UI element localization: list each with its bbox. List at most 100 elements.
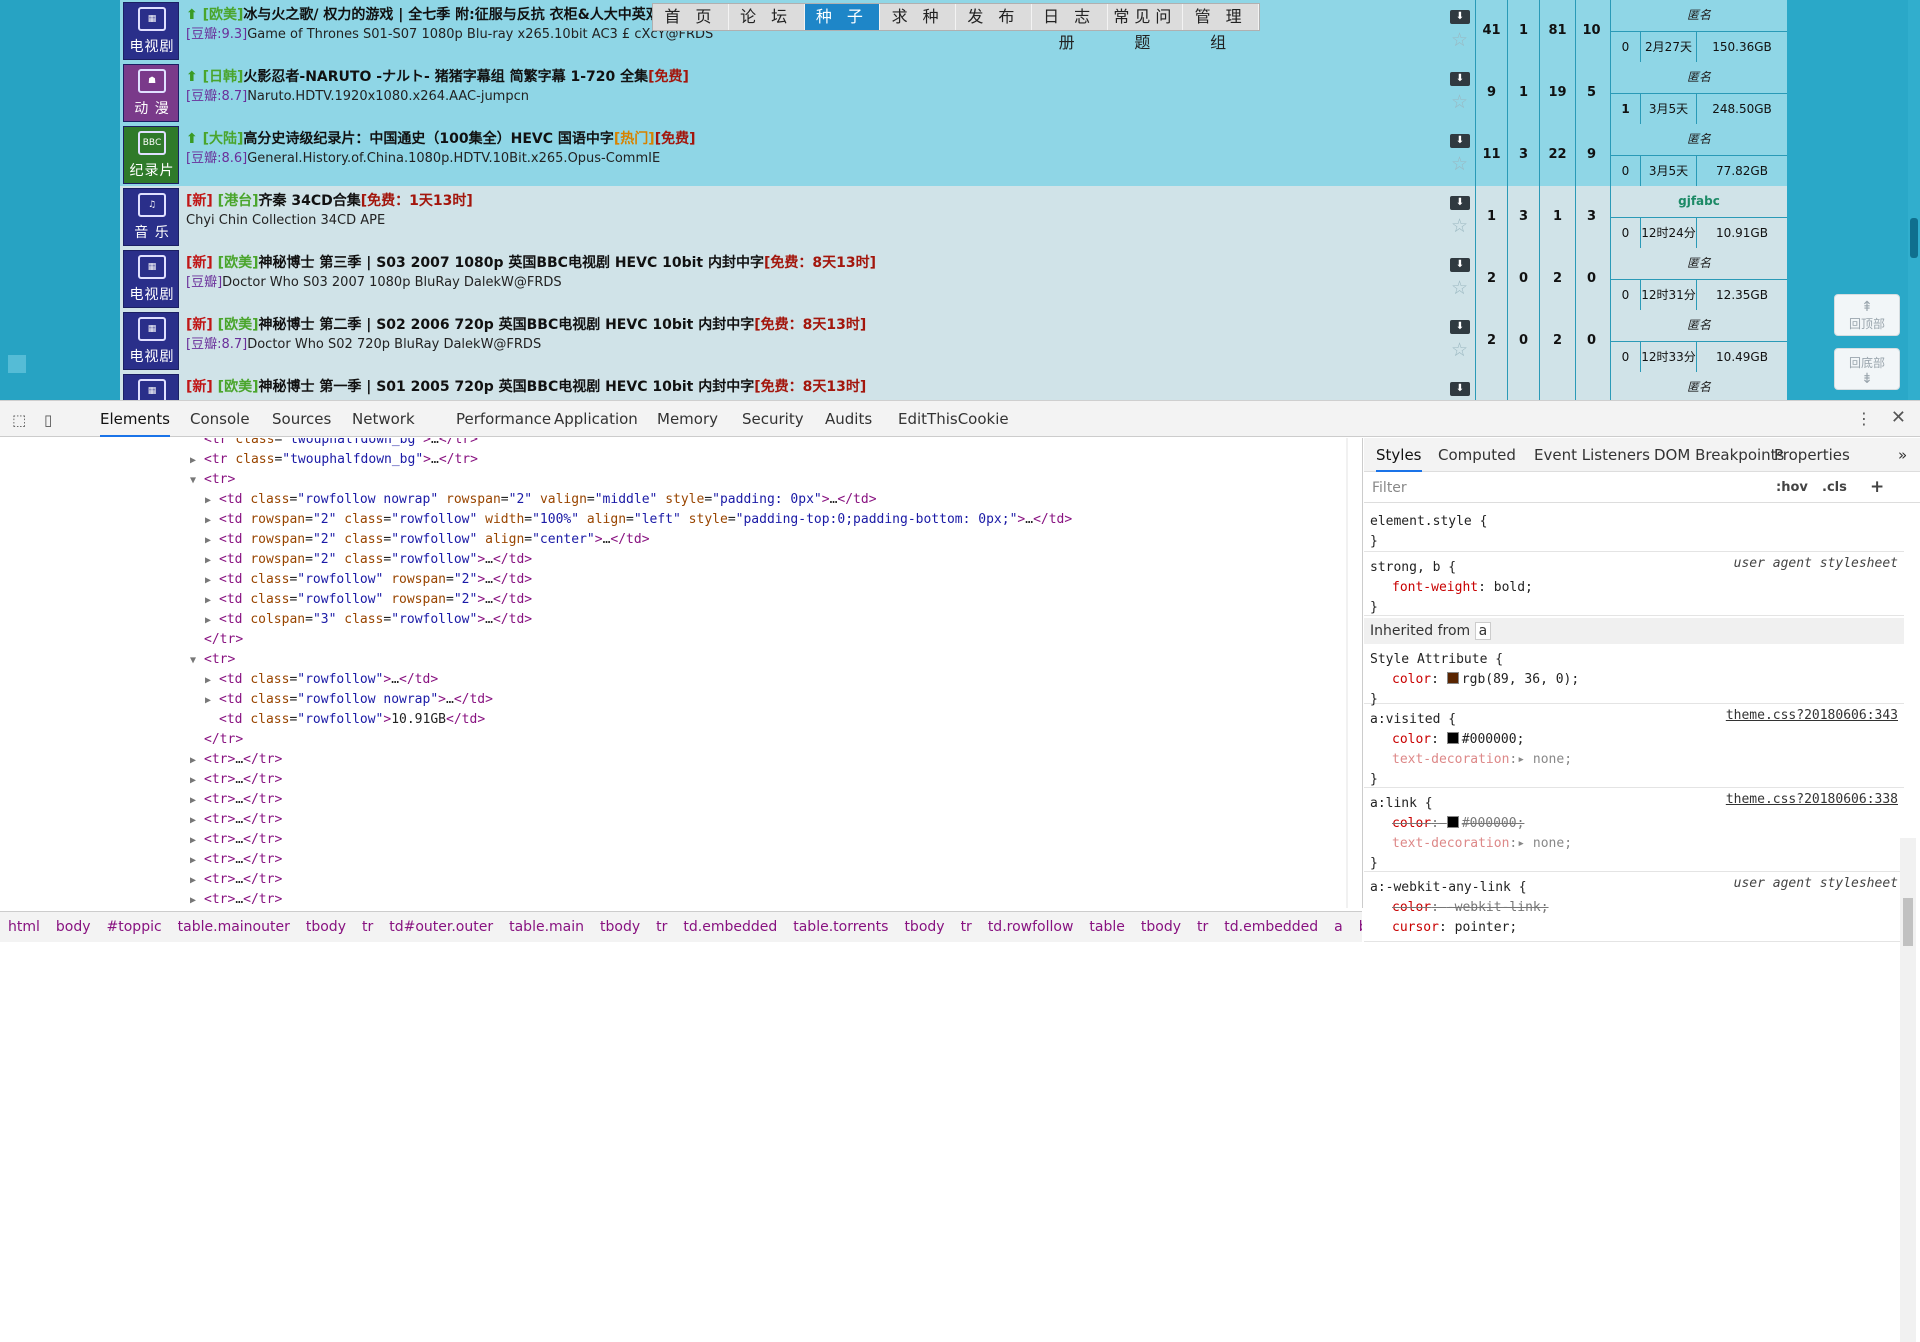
download-icon[interactable]: ⬇ xyxy=(1450,134,1470,148)
download-icon[interactable]: ⬇ xyxy=(1450,382,1470,396)
dom-node-line[interactable]: ▶ <tr>…</tr> xyxy=(190,890,282,908)
expand-triangle-icon[interactable]: ▶ xyxy=(190,851,204,871)
expand-triangle-icon[interactable]: ▶ xyxy=(190,751,204,771)
prop-name[interactable]: color xyxy=(1392,816,1431,831)
prop-value[interactable]: none; xyxy=(1533,836,1572,851)
download-icon[interactable]: ⬇ xyxy=(1450,320,1470,334)
expand-triangle-icon[interactable]: ▶ xyxy=(205,511,219,531)
prop-value[interactable]: pointer; xyxy=(1455,920,1518,935)
seeders-count[interactable]: 2 xyxy=(1539,310,1575,372)
leechers-count[interactable]: 3 xyxy=(1575,186,1607,248)
devtools-close-icon[interactable]: ✕ xyxy=(1891,407,1906,428)
dom-node-line[interactable]: ▼ <tr> xyxy=(190,650,235,670)
expand-triangle-icon[interactable]: ▶ xyxy=(190,771,204,791)
douban-rating[interactable]: [豆瓣:8.7] xyxy=(186,337,247,352)
styles-scroll-thumb[interactable] xyxy=(1903,898,1913,946)
seeders-count[interactable]: 22 xyxy=(1539,124,1575,186)
color-swatch[interactable] xyxy=(1446,816,1459,828)
category-anime[interactable]: ☗ 动 漫 xyxy=(123,64,179,122)
nav-item-4[interactable]: 发 布 xyxy=(956,4,1032,30)
new-rule-button[interactable]: + xyxy=(1870,477,1884,497)
dom-node-line[interactable]: ▶ <tr>…</tr> xyxy=(190,850,282,870)
breadcrumb-item[interactable]: a xyxy=(1326,912,1351,942)
breadcrumb-item[interactable]: tbody xyxy=(298,912,354,942)
dom-node-line[interactable]: ▶ <tr>…</tr> xyxy=(190,770,282,790)
breadcrumb-item[interactable]: table.torrents xyxy=(785,912,896,942)
tab-elements[interactable]: Elements xyxy=(100,401,170,437)
page-scroll-thumb[interactable] xyxy=(1910,218,1918,258)
expand-triangle-icon[interactable]: ▶ xyxy=(190,831,204,851)
devtools-menu-icon[interactable]: ⋮ xyxy=(1856,409,1872,428)
expand-triangle-icon[interactable]: ▶ xyxy=(205,671,219,691)
nav-item-6[interactable]: 常见问题 xyxy=(1108,4,1184,52)
bookmark-star-icon[interactable]: ☆ xyxy=(1451,278,1468,298)
nav-item-1[interactable]: 论 坛 xyxy=(729,4,805,30)
torrent-title-link[interactable]: 神秘博士 第三季 | S03 2007 1080p 英国BBC电视剧 HEVC … xyxy=(258,255,764,271)
dom-node-line[interactable]: ▶ <td rowspan="2" class="rowfollow" align… xyxy=(205,530,650,550)
nav-item-3[interactable]: 求 种 xyxy=(880,4,956,30)
download-icon[interactable]: ⬇ xyxy=(1450,258,1470,272)
breadcrumb-item[interactable]: tbody xyxy=(896,912,952,942)
dom-node-line[interactable]: ▶ <td class="rowfollow" rowspan="2">…</td… xyxy=(205,570,532,590)
inspect-element-icon[interactable]: ⬚ xyxy=(12,411,26,429)
dom-node-line[interactable]: ▶ <tr class="twouphalfdown_bg">…</tr> xyxy=(190,450,478,470)
breadcrumb-item[interactable]: tbody xyxy=(1133,912,1189,942)
breadcrumb-item[interactable]: b xyxy=(1351,912,1362,942)
side-tab-dom-breakpoints[interactable]: DOM Breakpoints xyxy=(1654,438,1784,472)
breadcrumb-item[interactable]: html xyxy=(0,912,48,942)
expand-triangle-icon[interactable]: ▶ xyxy=(205,531,219,551)
dom-node-line[interactable]: ▶ <td class="rowfollow nowrap" rowspan="2… xyxy=(205,490,877,510)
seeders-count[interactable] xyxy=(1539,372,1575,400)
nav-item-0[interactable]: 首 页 xyxy=(653,4,729,30)
prop-value[interactable]: #000000; xyxy=(1462,816,1525,831)
breadcrumb-item[interactable]: td.embedded xyxy=(1216,912,1326,942)
prop-name[interactable]: color xyxy=(1392,732,1431,747)
expand-triangle-icon[interactable]: ▶ xyxy=(190,811,204,831)
bookmark-star-icon[interactable]: ☆ xyxy=(1451,340,1468,360)
breadcrumb-item[interactable]: #toppic xyxy=(99,912,170,942)
douban-rating[interactable]: [豆瓣] xyxy=(186,275,222,290)
prop-value[interactable]: #000000; xyxy=(1462,732,1525,747)
tab-performance[interactable]: Performance xyxy=(456,401,551,437)
back-to-bottom-button[interactable]: 回底部 ⇟ xyxy=(1834,348,1900,390)
breadcrumb-item[interactable]: tbody xyxy=(592,912,648,942)
leechers-count[interactable]: 10 xyxy=(1575,0,1607,62)
tab-editthiscookie[interactable]: EditThisCookie xyxy=(898,401,1009,437)
download-icon[interactable]: ⬇ xyxy=(1450,72,1470,86)
color-swatch[interactable] xyxy=(1446,732,1459,744)
breadcrumb-item[interactable]: tr xyxy=(1189,912,1216,942)
prop-name[interactable]: font-weight xyxy=(1392,580,1478,595)
tab-audits[interactable]: Audits xyxy=(825,401,872,437)
dom-node-line[interactable]: ▶ <tr>…</tr> xyxy=(190,750,282,770)
side-tab-computed[interactable]: Computed xyxy=(1438,438,1516,472)
prop-value[interactable]: bold; xyxy=(1494,580,1533,595)
expand-triangle-icon[interactable]: ▶ xyxy=(190,451,204,471)
breadcrumb-item[interactable]: table.mainouter xyxy=(170,912,298,942)
leechers-count[interactable]: 0 xyxy=(1575,310,1607,372)
douban-rating[interactable]: [豆瓣:9.3] xyxy=(186,27,247,42)
prop-name[interactable]: text-decoration xyxy=(1392,836,1509,851)
expand-triangle-icon[interactable]: ▶ xyxy=(205,571,219,591)
side-tab-styles[interactable]: Styles xyxy=(1376,438,1422,472)
tab-network[interactable]: Network xyxy=(352,401,415,437)
bookmark-star-icon[interactable]: ☆ xyxy=(1451,30,1468,50)
bookmark-star-icon[interactable]: ☆ xyxy=(1451,216,1468,236)
dom-node-line[interactable]: </tr> xyxy=(190,630,243,650)
category-tv[interactable]: ▦ 电视剧 xyxy=(123,312,179,370)
seeders-count[interactable]: 19 xyxy=(1539,62,1575,124)
uploader[interactable]: gjfabc xyxy=(1610,186,1787,217)
prop-name[interactable]: text-decoration xyxy=(1392,752,1509,767)
prop-value[interactable]: none; xyxy=(1533,752,1572,767)
theme-source-link[interactable]: theme.css?20180606:343 xyxy=(1726,706,1898,726)
prop-name[interactable]: cursor xyxy=(1392,920,1439,935)
dom-node-line[interactable]: ▶ <td class="rowfollow">…</td> xyxy=(205,670,438,690)
expand-triangle-icon[interactable]: ▶ xyxy=(205,691,219,711)
breadcrumb-item[interactable]: tr xyxy=(648,912,675,942)
hov-toggle[interactable]: :hov xyxy=(1776,480,1808,495)
breadcrumb-item[interactable]: tr xyxy=(953,912,980,942)
expand-triangle-icon[interactable]: ▶ xyxy=(190,791,204,811)
prop-name[interactable]: color xyxy=(1392,672,1431,687)
leechers-count[interactable]: 9 xyxy=(1575,124,1607,186)
douban-rating[interactable]: [豆瓣:8.7] xyxy=(186,89,247,104)
leechers-count[interactable] xyxy=(1575,372,1607,400)
